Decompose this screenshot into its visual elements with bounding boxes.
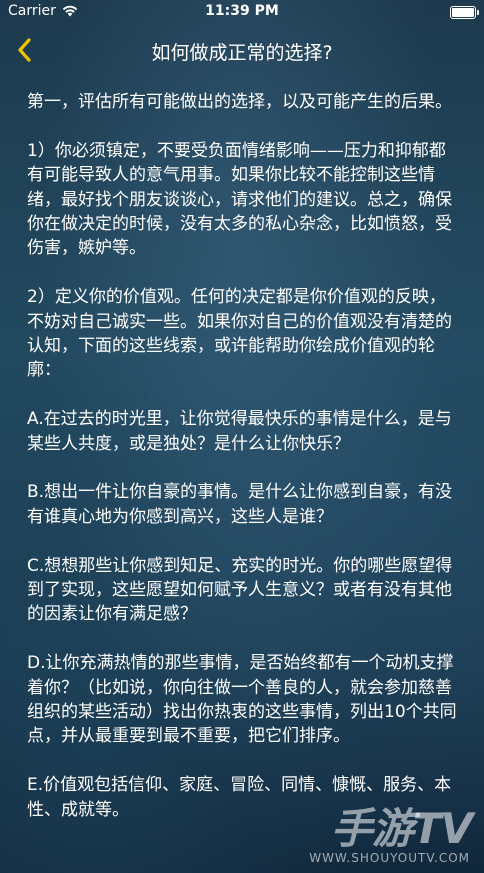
page-title: 如何做成正常的选择? xyxy=(151,42,333,64)
article-body: 第一，评估所有可能做出的选择，以及可能产生的后果。 1）你必须镇定，不要受负面情… xyxy=(27,90,457,846)
watermark-url: WWW.SHOUYOUTV.COM xyxy=(309,851,470,865)
paragraph-a: A.在过去的时光里，让你觉得最快乐的事情是什么，是与某些人共度，或是独处？是什么… xyxy=(27,409,452,454)
status-bar: Carrier 11:39 PM xyxy=(0,0,484,24)
paragraph-intro: 第一，评估所有可能做出的选择，以及可能产生的后果。 xyxy=(27,92,452,112)
paragraph-c: C.想想那些让你感到知足、充实的时光。你的哪些愿望得到了实现，这些愿望如何赋予人… xyxy=(27,555,453,625)
navigation-bar: 如何做成正常的选择? xyxy=(0,28,484,72)
paragraph-d: D.让你充满热情的那些事情，是否始终都有一个动机支撑着你？（比如说，你向往做一个… xyxy=(27,653,457,747)
paragraph-b: B.想出一件让你自豪的事情。是什么让你感到自豪，有没有谁真心地为你感到高兴，这些… xyxy=(27,482,453,527)
battery-icon xyxy=(450,6,479,19)
paragraph-2: 2）定义你的价值观。任何的决定都是你价值观的反映，不妨对自己诚实一些。如果你对自… xyxy=(27,287,452,381)
paragraph-1: 1）你必须镇定，不要受负面情绪影响——压力和抑郁都有可能导致人的意气用事。如果你… xyxy=(27,140,452,259)
watermark: 手游TV WWW.SHOUYOUTV.COM xyxy=(308,795,478,865)
status-time: 11:39 PM xyxy=(205,3,279,19)
watermark-logo: 手游TV xyxy=(330,804,473,853)
